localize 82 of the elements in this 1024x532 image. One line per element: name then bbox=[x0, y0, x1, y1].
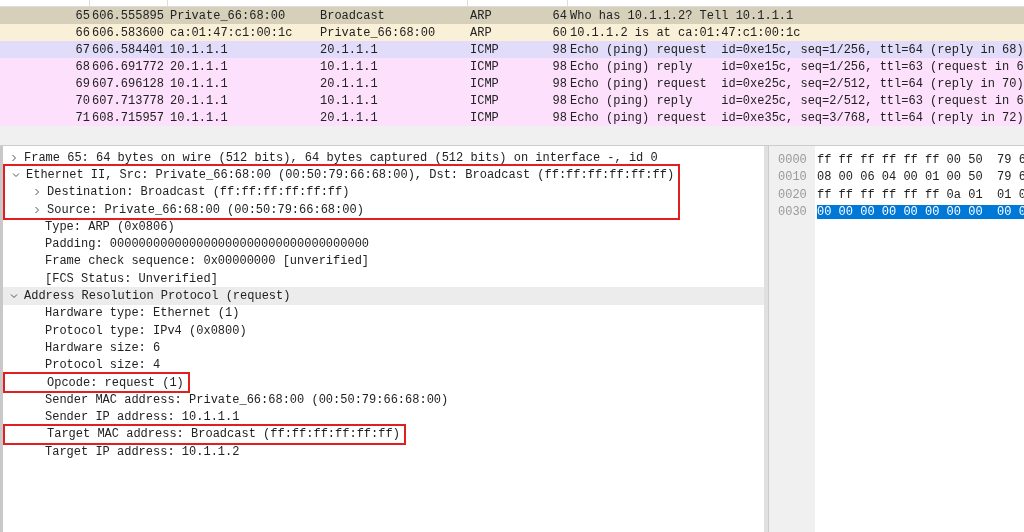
table-cell-text: 606.584401 bbox=[91, 41, 165, 58]
table-cell-text: 60 bbox=[551, 24, 567, 41]
table-cell-text: 20.1.1.1 bbox=[170, 58, 229, 75]
packet-row[interactable]: 71 608.715957 10.1.1.1 20.1.1.1 ICMP 98 Echo (ping) request id=0xe35c, seq=3/768, ttl=64 (reply in 72) bbox=[0, 109, 1024, 126]
table-cell-text: 607.713778 bbox=[91, 92, 165, 109]
packet-row[interactable]: 68 606.691772 20.1.1.1 10.1.1.1 ICMP 98 Echo (ping) reply id=0xe15c, seq=1/256, ttl=63 (request in 6 bbox=[0, 58, 1024, 75]
table-cell-text: 66 bbox=[74, 24, 90, 41]
tree-row[interactable]: Address Resolution Protocol (request) bbox=[3, 287, 764, 305]
table-cell-text: Echo (ping) reply id=0xe25c, seq=2/512, ttl=63 (request in 6 bbox=[569, 92, 1024, 109]
packet-row[interactable]: 67 606.584401 10.1.1.1 20.1.1.1 ICMP 98 Echo (ping) request id=0xe15c, seq=1/256, ttl=64 (reply in 68) bbox=[0, 41, 1024, 58]
tree-row[interactable]: Source: Private_66:68:00 (00:50:79:66:68:00) bbox=[5, 200, 675, 219]
tree-row[interactable]: Type: ARP (0x0806) bbox=[3, 218, 764, 236]
table-cell-text: Private_66:68:00 bbox=[170, 7, 287, 24]
table-cell-text: ARP bbox=[470, 7, 493, 24]
tree-row[interactable]: Destination: Broadcast (ff:ff:ff:ff:ff:ff) bbox=[5, 183, 675, 201]
packet-row[interactable]: 65 606.555895 Private_66:68:00 Broadcast ARP 64 Who has 10.1.1.2? Tell 10.1.1.1 bbox=[0, 7, 1024, 24]
table-cell-text: 608.715957 bbox=[91, 109, 165, 126]
tree-row[interactable]: Padding: 000000000000000000000000000000000000 bbox=[3, 235, 764, 253]
table-cell-text: Echo (ping) request id=0xe25c, seq=2/512, ttl=64 (reply in 70) bbox=[569, 75, 1024, 92]
table-cell-text: Echo (ping) request id=0xe35c, seq=3/768, ttl=64 (reply in 72) bbox=[569, 109, 1024, 126]
table-cell-text: 10.1.1.1 bbox=[170, 75, 229, 92]
table-cell-text: Who has 10.1.1.2? Tell 10.1.1.1 bbox=[569, 7, 794, 24]
table-cell-text: 10.1.1.1 bbox=[320, 58, 379, 75]
tree-row[interactable]: Target IP address: 10.1.1.2 bbox=[3, 443, 764, 461]
table-cell-text: 98 bbox=[551, 92, 567, 109]
table-cell-text: 71 bbox=[74, 109, 90, 126]
table-cell-text: 10.1.1.1 bbox=[320, 92, 379, 109]
table-cell-text: ICMP bbox=[470, 41, 500, 58]
tree-row[interactable]: [FCS Status: Unverified] bbox=[3, 270, 764, 288]
table-cell-text: Broadcast bbox=[320, 7, 386, 24]
tree-row[interactable]: Sender MAC address: Private_66:68:00 (00:50:79:66:68:00) bbox=[3, 391, 764, 409]
packet-row[interactable]: 69 607.696128 10.1.1.1 20.1.1.1 ICMP 98 Echo (ping) request id=0xe25c, seq=2/512, ttl=64 (reply in 70) bbox=[0, 75, 1024, 92]
table-cell-text: 67 bbox=[74, 41, 90, 58]
tree-row[interactable]: Hardware size: 6 bbox=[3, 339, 764, 357]
packet-row[interactable]: 66 606.583600 ca:01:47:c1:00:1c Private_66:68:00 ARP 60 10.1.1.2 is at ca:01:47:c1:00:1c bbox=[0, 24, 1024, 41]
table-cell-text: 98 bbox=[551, 109, 567, 126]
table-cell-text: ICMP bbox=[470, 58, 500, 75]
tree-row[interactable]: Protocol size: 4 bbox=[3, 356, 764, 374]
table-cell-text: 10.1.1.1 bbox=[170, 109, 229, 126]
table-cell-text: 98 bbox=[551, 58, 567, 75]
table-cell-text: 20.1.1.1 bbox=[320, 41, 379, 58]
table-cell-text: ca:01:47:c1:00:1c bbox=[170, 24, 294, 41]
byte-offset: 0000 bbox=[778, 152, 807, 169]
table-cell-text: 98 bbox=[551, 75, 567, 92]
table-cell-text: 606.583600 bbox=[91, 24, 165, 41]
table-cell-text: 606.691772 bbox=[91, 58, 165, 75]
byte-offset: 0010 bbox=[778, 169, 807, 186]
table-cell-text: 606.555895 bbox=[91, 7, 165, 24]
tree-row[interactable]: Protocol type: IPv4 (0x0800) bbox=[3, 321, 764, 340]
table-cell-text: ICMP bbox=[470, 92, 500, 109]
table-cell-text: 607.696128 bbox=[91, 75, 165, 92]
byte-offset: 0020 bbox=[778, 186, 807, 203]
tree-row[interactable]: Opcode: request (1) bbox=[5, 373, 184, 392]
table-cell-text: 20.1.1.1 bbox=[170, 92, 229, 109]
table-cell-text: 69 bbox=[74, 75, 90, 92]
table-cell-text: 98 bbox=[551, 41, 567, 58]
tree-row[interactable]: Frame 65: 64 bytes on wire (512 bits), 64 bytes captured (512 bits) on interface -, id 0 bbox=[3, 149, 764, 167]
pane-splitter[interactable] bbox=[0, 126, 1024, 146]
chevron-down-icon[interactable] bbox=[10, 292, 18, 300]
table-cell-text: Echo (ping) request id=0xe15c, seq=1/256, ttl=64 (reply in 68) bbox=[569, 41, 1024, 58]
table-cell-text: 10.1.1.2 is at ca:01:47:c1:00:1c bbox=[569, 24, 801, 41]
chevron-right-icon[interactable] bbox=[10, 153, 18, 162]
table-cell-text: 10.1.1.1 bbox=[170, 41, 229, 58]
table-cell-text: Private_66:68:00 bbox=[320, 24, 437, 41]
tree-row[interactable]: Frame check sequence: 0x00000000 [unverified] bbox=[3, 252, 764, 271]
tree-row[interactable]: Ethernet II, Src: Private_66:68:00 (00:50:79:66:68:00), Dst: Broadcast (ff:ff:ff:ff:ff:ff) bbox=[5, 166, 675, 184]
packet-row[interactable]: 70 607.713778 20.1.1.1 10.1.1.1 ICMP 98 Echo (ping) reply id=0xe25c, seq=2/512, ttl=63 (request in 6 bbox=[0, 92, 1024, 109]
tree-row[interactable]: Hardware type: Ethernet (1) bbox=[3, 304, 764, 322]
tree-row[interactable]: Target MAC address: Broadcast (ff:ff:ff:ff:ff:ff) bbox=[5, 425, 400, 444]
table-cell-text: Echo (ping) reply id=0xe15c, seq=1/256, ttl=63 (request in 6 bbox=[569, 58, 1024, 75]
byte-offset: 0030 bbox=[778, 203, 807, 221]
table-cell-text: 65 bbox=[74, 7, 90, 24]
table-cell-text: 70 bbox=[74, 92, 90, 109]
table-cell-text: 64 bbox=[551, 7, 567, 24]
tree-row[interactable]: Sender IP address: 10.1.1.1 bbox=[3, 408, 764, 426]
table-cell-text: 20.1.1.1 bbox=[320, 109, 379, 126]
table-cell-text: ICMP bbox=[470, 109, 500, 126]
table-cell-text: ARP bbox=[470, 24, 493, 41]
chevron-down-icon[interactable] bbox=[12, 170, 20, 179]
table-cell-text: ICMP bbox=[470, 75, 500, 92]
table-cell-text: 20.1.1.1 bbox=[320, 75, 379, 92]
table-cell-text: 68 bbox=[74, 58, 90, 75]
